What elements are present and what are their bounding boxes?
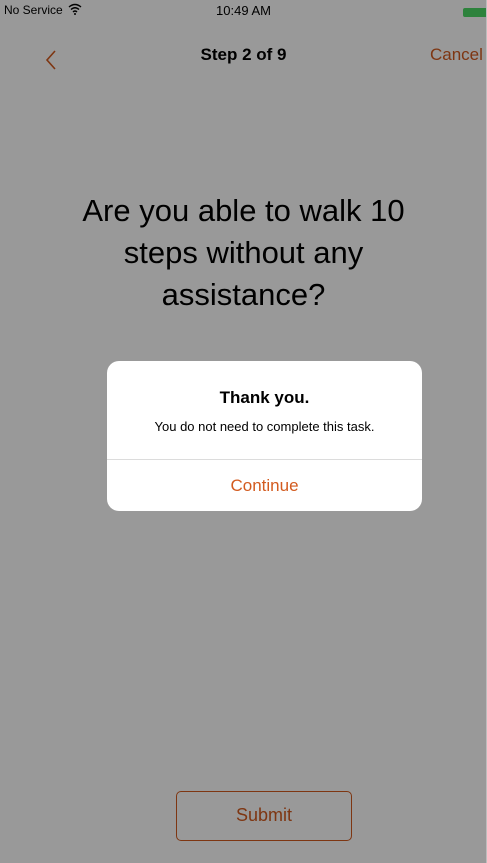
app-screen: No Service 10:49 AM Step 2 of 9 Cancel A… [0, 0, 487, 863]
alert-message: You do not need to complete this task. [154, 419, 375, 434]
continue-button[interactable]: Continue [107, 460, 422, 511]
alert-dialog: Thank you. You do not need to complete t… [107, 361, 422, 511]
alert-title: Thank you. [219, 388, 310, 407]
